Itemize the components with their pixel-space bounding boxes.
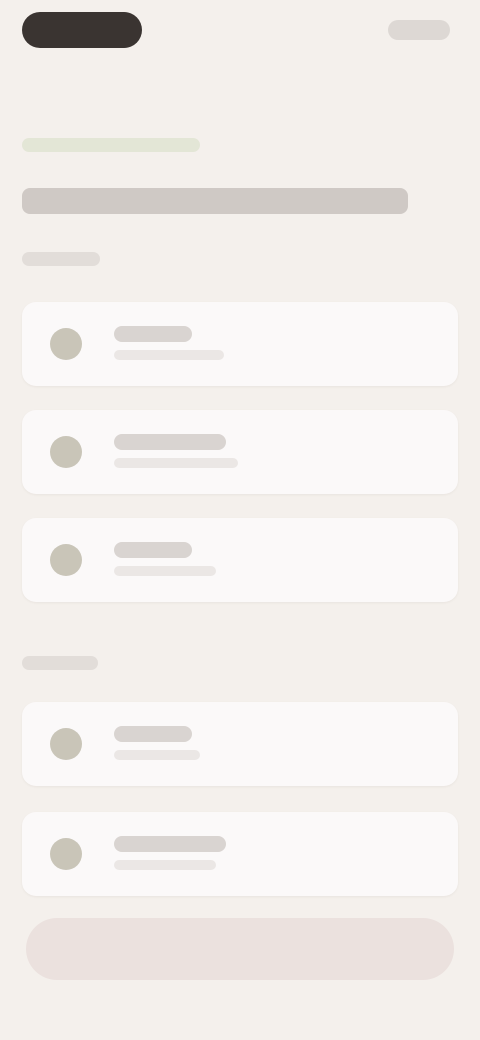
item-avatar xyxy=(50,328,82,360)
item-avatar xyxy=(50,436,82,468)
primary-button[interactable] xyxy=(26,918,454,980)
page-title xyxy=(22,188,408,214)
item-subtitle xyxy=(114,458,238,468)
item-subtitle xyxy=(114,860,216,870)
list-item[interactable] xyxy=(22,302,458,386)
screen xyxy=(0,0,480,1040)
item-title xyxy=(114,542,192,558)
top-right-action[interactable] xyxy=(388,20,450,40)
item-avatar xyxy=(50,838,82,870)
top-bar xyxy=(0,0,480,64)
list-item[interactable] xyxy=(22,518,458,602)
list-item[interactable] xyxy=(22,410,458,494)
item-title xyxy=(114,434,226,450)
eyebrow-text xyxy=(22,138,200,152)
list-item[interactable] xyxy=(22,812,458,896)
item-subtitle xyxy=(114,750,200,760)
item-avatar xyxy=(50,728,82,760)
item-avatar xyxy=(50,544,82,576)
section-caption xyxy=(22,252,100,266)
item-title xyxy=(114,726,192,742)
list-item[interactable] xyxy=(22,702,458,786)
item-title xyxy=(114,326,192,342)
item-title xyxy=(114,836,226,852)
item-subtitle xyxy=(114,566,216,576)
back-button[interactable] xyxy=(22,12,142,48)
item-subtitle xyxy=(114,350,224,360)
section-caption xyxy=(22,656,98,670)
